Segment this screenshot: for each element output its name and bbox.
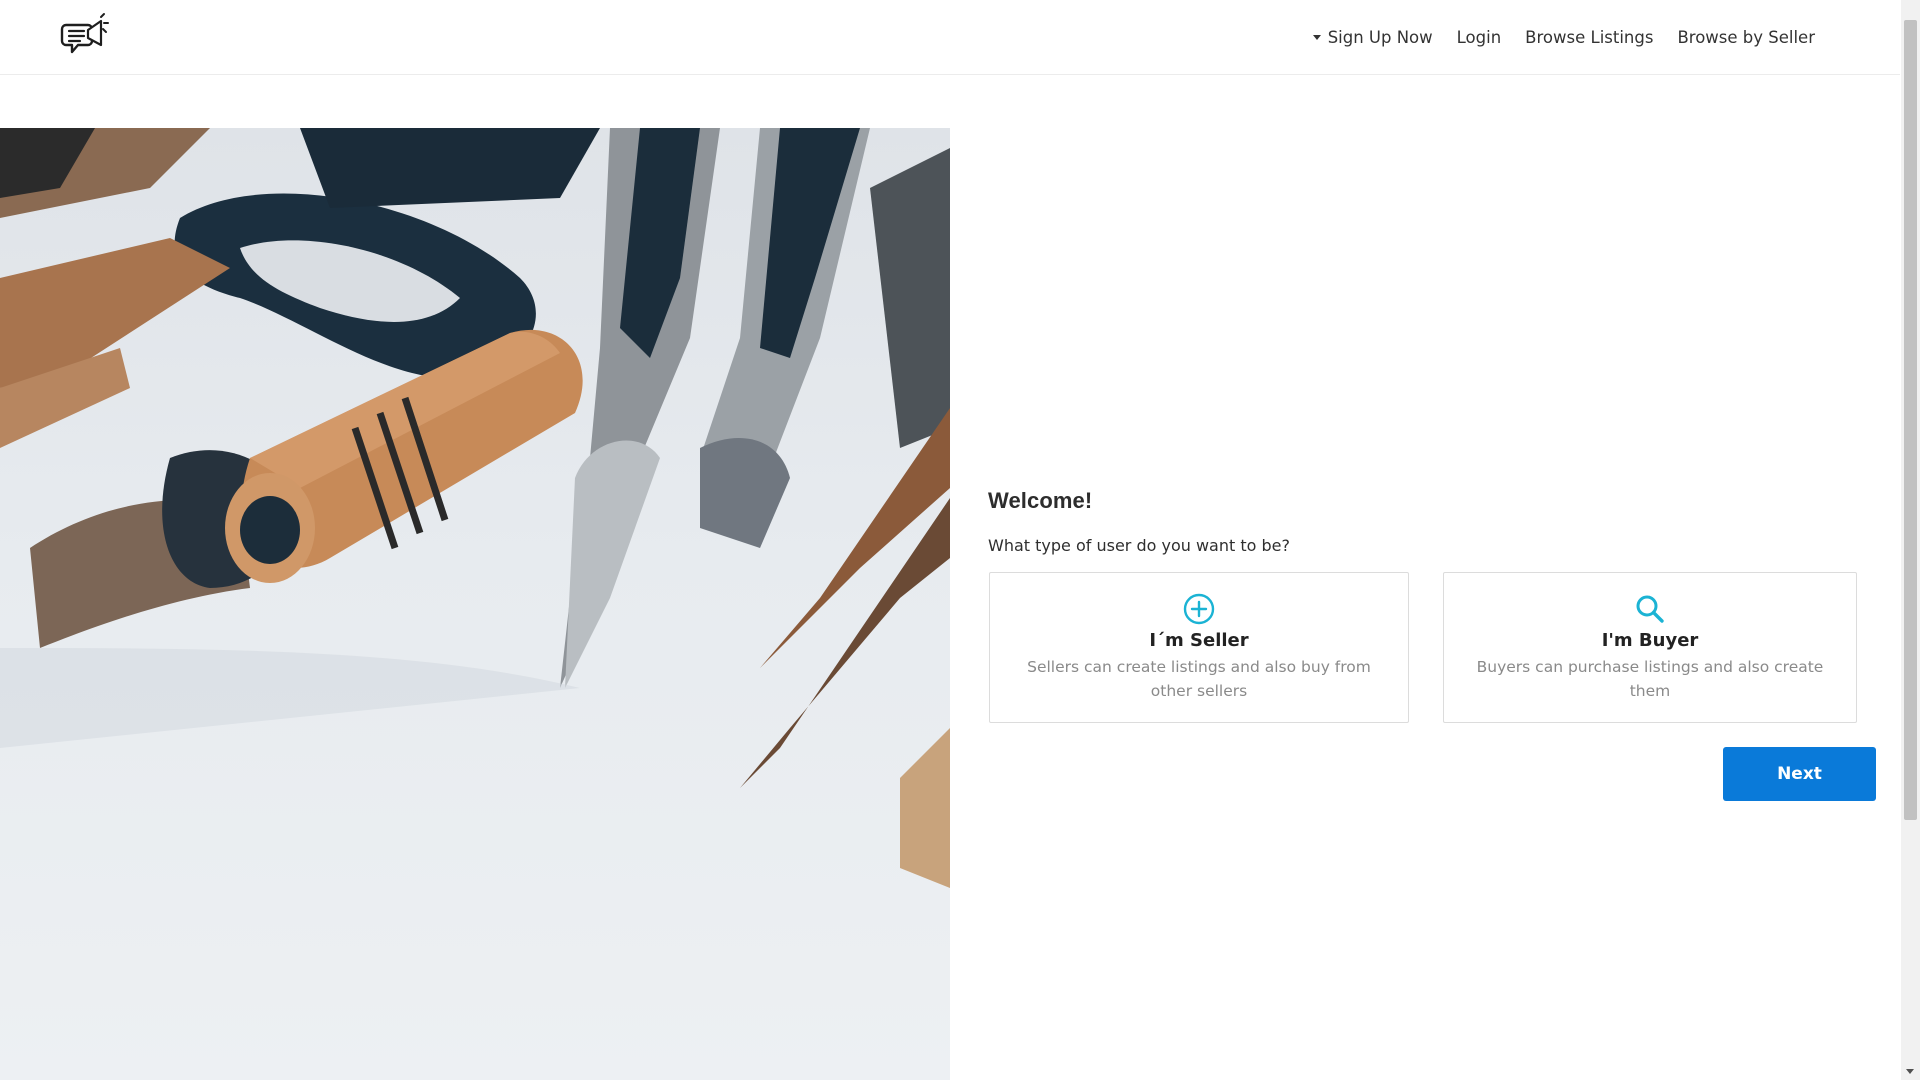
caret-down-icon [1312,35,1321,40]
welcome-subtitle: What type of user do you want to be? [988,536,1290,555]
nav-browse-listings[interactable]: Browse Listings [1525,28,1653,47]
seller-option-card[interactable]: I´m Seller Sellers can create listings a… [989,572,1409,723]
next-button[interactable]: Next [1723,747,1876,801]
page-scrollbar[interactable] [1901,0,1920,1080]
nav-browse-by-seller[interactable]: Browse by Seller [1677,28,1815,47]
seller-option-description: Sellers can create listings and also buy… [1027,658,1371,700]
buyer-option-title: I'm Buyer [1601,630,1699,651]
buyer-option-card[interactable]: I'm Buyer Buyers can purchase listings a… [1443,572,1857,723]
scroll-down-arrow-icon[interactable] [1906,1069,1914,1074]
seller-option-title: I´m Seller [1149,630,1249,651]
nav-login[interactable]: Login [1457,28,1502,47]
scrollbar-thumb[interactable] [1904,20,1917,820]
nav-sign-up-label: Sign Up Now [1327,28,1433,47]
megaphone-chat-logo-icon[interactable] [60,11,112,63]
hero-tools-image [0,128,950,1080]
welcome-panel: Welcome! What type of user do you want t… [988,488,1876,801]
nav-sign-up-now[interactable]: Sign Up Now [1312,28,1433,47]
top-header: Sign Up Now Login Browse Listings Browse… [0,0,1900,75]
plus-circle-icon [1183,593,1215,625]
search-icon [1636,595,1664,623]
buyer-option-description: Buyers can purchase listings and also cr… [1476,658,1824,700]
top-nav: Sign Up Now Login Browse Listings Browse… [1289,0,1815,75]
welcome-title: Welcome! [988,488,1093,513]
